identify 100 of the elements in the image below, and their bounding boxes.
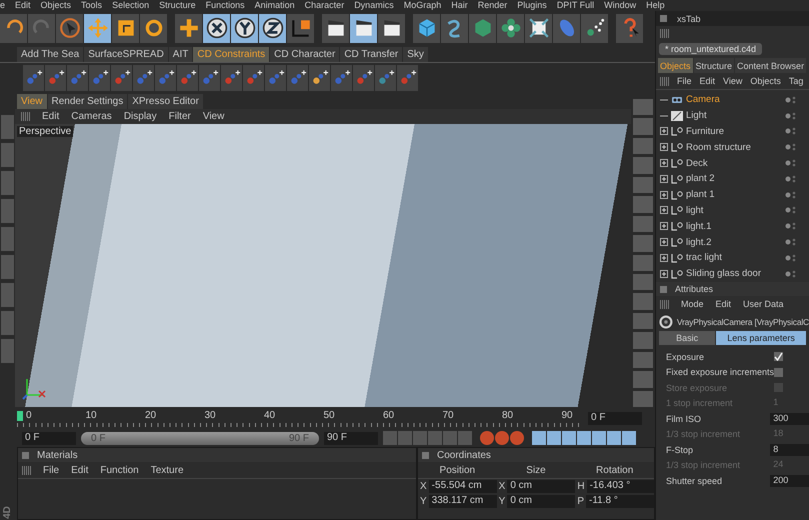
cursor-tool-button[interactable]	[56, 14, 83, 42]
playback-button[interactable]	[480, 431, 494, 445]
object-row[interactable]: light	[656, 202, 806, 218]
number-field[interactable]: 8	[770, 444, 809, 456]
object-row[interactable]: Camera	[656, 92, 806, 108]
plugin-tab[interactable]: Sky	[403, 47, 428, 62]
menu-item[interactable]: MoGraph	[404, 0, 442, 11]
constraint-tool-button[interactable]	[397, 65, 418, 91]
start-frame-field[interactable]: 0 F	[22, 432, 76, 444]
constraint-tool-button[interactable]	[221, 65, 242, 91]
constraint-tool-button[interactable]	[331, 65, 352, 91]
manager-tab[interactable]: Content Browser	[735, 58, 806, 73]
constraint-tool-button[interactable]	[155, 65, 176, 91]
plugin-tab[interactable]: Add The Sea	[17, 47, 84, 62]
menu-item[interactable]: Functions	[206, 0, 245, 11]
checkbox[interactable]	[774, 352, 783, 362]
clapperboard-tool-button[interactable]	[350, 14, 377, 42]
arrows-tool-button[interactable]	[525, 14, 552, 42]
constraint-tool-button[interactable]	[353, 65, 374, 91]
menu-item[interactable]: Texture	[150, 464, 184, 476]
grip-icon[interactable]	[660, 76, 669, 86]
timeline-ruler[interactable]: 0 10 20 30 40 50 60 70 80 90	[17, 409, 582, 427]
menu-item[interactable]: Dynamics	[354, 0, 394, 11]
menu-item[interactable]: DPIT Full	[556, 0, 594, 11]
tool-button[interactable]	[633, 138, 653, 154]
tool-button[interactable]	[633, 274, 653, 290]
menu-item[interactable]: Edit	[15, 0, 31, 11]
checkbox[interactable]	[774, 368, 783, 377]
clapperboard-tool-button[interactable]	[378, 14, 405, 42]
object-row[interactable]: light.2	[656, 234, 806, 250]
menu-item[interactable]: Objects	[750, 76, 781, 86]
menu-item[interactable]: Render	[478, 0, 508, 11]
tool-button[interactable]	[633, 216, 653, 232]
menu-item[interactable]: Selection	[112, 0, 150, 11]
grip-icon[interactable]	[21, 112, 30, 121]
object-row[interactable]: Sliding glass door	[656, 266, 806, 282]
menu-item[interactable]: View	[202, 111, 224, 122]
scale-tool-button[interactable]	[112, 14, 139, 42]
menu-item[interactable]: Display	[124, 111, 157, 122]
menu-item[interactable]: Function	[100, 464, 139, 476]
coordinate-field[interactable]: -11.8 °	[586, 495, 654, 508]
constraint-tool-button[interactable]	[45, 65, 66, 91]
plugin-tab[interactable]: CD Transfer	[340, 47, 402, 62]
constraint-tool-button[interactable]	[309, 65, 330, 91]
view-tab[interactable]: Render Settings	[48, 94, 128, 109]
tool-button[interactable]	[633, 176, 653, 194]
cube-tool-button[interactable]	[413, 14, 440, 42]
constraint-tool-button[interactable]	[177, 65, 198, 91]
menu-item[interactable]: View	[723, 76, 742, 86]
flower-tool-button[interactable]	[497, 14, 524, 42]
menu-item[interactable]: Filter	[168, 111, 191, 122]
menu-item[interactable]: Mode	[681, 299, 704, 309]
grip-icon[interactable]	[22, 466, 31, 474]
spline-tool-button[interactable]	[441, 14, 468, 42]
menu-item[interactable]: Character	[304, 0, 344, 11]
frame-field[interactable]: 0 F	[588, 412, 642, 424]
object-row[interactable]: trac light	[656, 250, 806, 266]
plugin-tab[interactable]: SurfaceSPREAD	[84, 47, 168, 62]
constraint-tool-button[interactable]	[287, 65, 308, 91]
menu-item[interactable]: Edit	[42, 111, 60, 122]
coordinate-field[interactable]: -55.504 cm	[428, 480, 497, 493]
view-tab[interactable]: XPresso Editor	[128, 94, 203, 109]
playback-button[interactable]	[510, 431, 524, 445]
constraint-tool-button[interactable]	[133, 65, 154, 91]
menu-item[interactable]: Tag	[788, 76, 804, 86]
tool-button[interactable]	[633, 352, 653, 368]
menu-item[interactable]: Help	[646, 0, 665, 11]
menu-item[interactable]: Tools	[81, 0, 102, 11]
menu-item[interactable]: Cameras	[71, 111, 112, 122]
tool-button[interactable]	[633, 99, 653, 116]
object-row[interactable]: light.1	[656, 218, 806, 234]
menu-item[interactable]: Edit	[700, 76, 716, 86]
menu-item[interactable]: File	[43, 464, 60, 476]
clapperboard-tool-button[interactable]	[322, 14, 349, 42]
menu-item[interactable]: Structure	[159, 0, 196, 11]
menu-item[interactable]: Edit	[716, 299, 732, 309]
constraint-tool-button[interactable]	[23, 65, 44, 91]
constraint-tool-button[interactable]	[67, 65, 88, 91]
number-field[interactable]: 200	[770, 474, 809, 487]
attribute-tab[interactable]: Lens parameters	[716, 331, 806, 345]
object-row[interactable]: Light	[656, 108, 806, 124]
particles-tool-button[interactable]	[581, 14, 608, 42]
menu-item[interactable]: File	[677, 76, 692, 86]
help-tool-button[interactable]	[616, 14, 643, 42]
menu-item[interactable]: Plugins	[517, 0, 547, 11]
object-row[interactable]: Furniture	[656, 124, 806, 140]
plugin-tab[interactable]: AIT	[168, 47, 192, 62]
playback-button[interactable]	[495, 431, 509, 445]
tool-button[interactable]	[633, 254, 653, 271]
y-axis-tool-button[interactable]	[231, 14, 258, 42]
coordinate-field[interactable]: 0 cm	[507, 495, 576, 508]
menu-item[interactable]: Hair	[451, 0, 468, 11]
x-axis-tool-button[interactable]	[203, 14, 230, 42]
grip-icon[interactable]	[660, 29, 669, 38]
tool-button[interactable]	[633, 390, 653, 407]
menu-item[interactable]: e	[0, 0, 6, 11]
tool-button[interactable]	[633, 312, 653, 330]
coordinate-field[interactable]: -16.403 °	[586, 480, 654, 493]
plus-tool-button[interactable]	[175, 14, 202, 42]
constraint-tool-button[interactable]	[243, 65, 264, 91]
